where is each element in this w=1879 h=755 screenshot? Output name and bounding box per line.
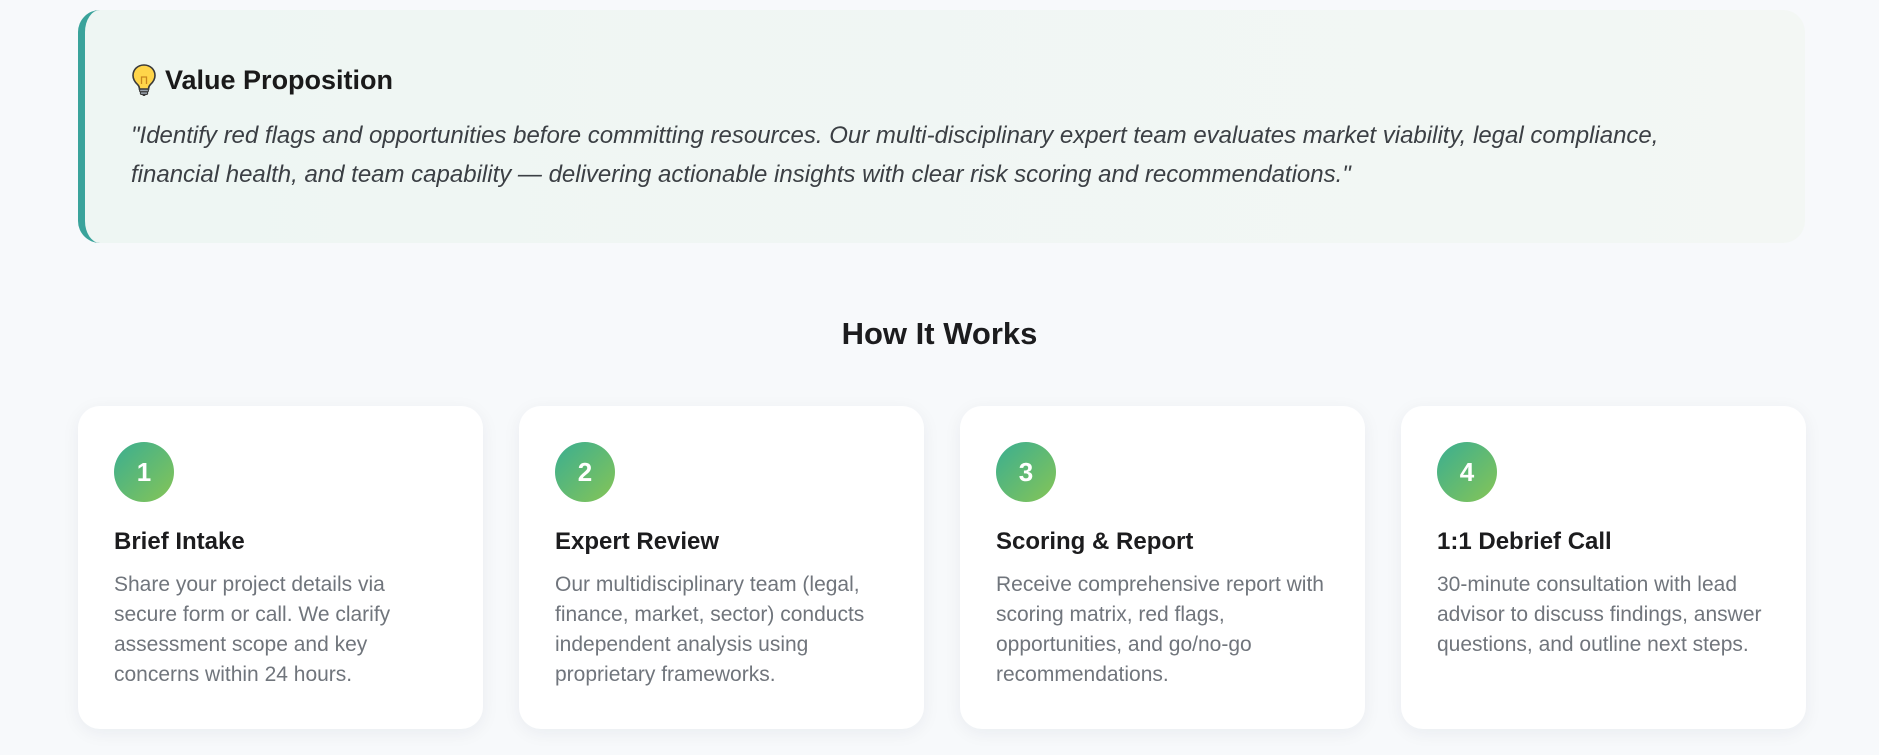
step-number-badge: 4 [1437,442,1497,502]
steps-list: 1 Brief Intake Share your project detail… [78,406,1806,729]
step-card-2: 2 Expert Review Our multidisciplinary te… [519,406,924,729]
step-card-1: 1 Brief Intake Share your project detail… [78,406,483,729]
step-title: 1:1 Debrief Call [1437,528,1612,555]
step-title: Expert Review [555,528,720,555]
value-proposition-quote: "Identify red flags and opportunities be… [131,122,1659,188]
how-it-works-heading: How It Works [841,316,1038,351]
step-description: Share your project details via secure fo… [114,573,391,686]
step-card-4: 4 1:1 Debrief Call 30-minute consultatio… [1401,406,1806,729]
step-title: Brief Intake [114,528,245,555]
value-proposition-title: Value Proposition [165,64,394,95]
step-number-badge: 2 [555,442,615,502]
lightbulb-icon [131,63,157,97]
step-description: Receive comprehensive report with scorin… [996,573,1324,686]
value-proposition-header: Value Proposition [131,60,1761,100]
step-number-badge: 3 [996,442,1056,502]
step-description: Our multidisciplinary team (legal, finan… [555,573,865,686]
step-description: 30-minute consultation with lead advisor… [1437,573,1762,656]
step-card-3: 3 Scoring & Report Receive comprehensive… [960,406,1365,729]
step-title: Scoring & Report [996,528,1194,555]
value-proposition-card: Value Proposition "Identify red flags an… [78,10,1805,243]
step-number-badge: 1 [114,442,174,502]
